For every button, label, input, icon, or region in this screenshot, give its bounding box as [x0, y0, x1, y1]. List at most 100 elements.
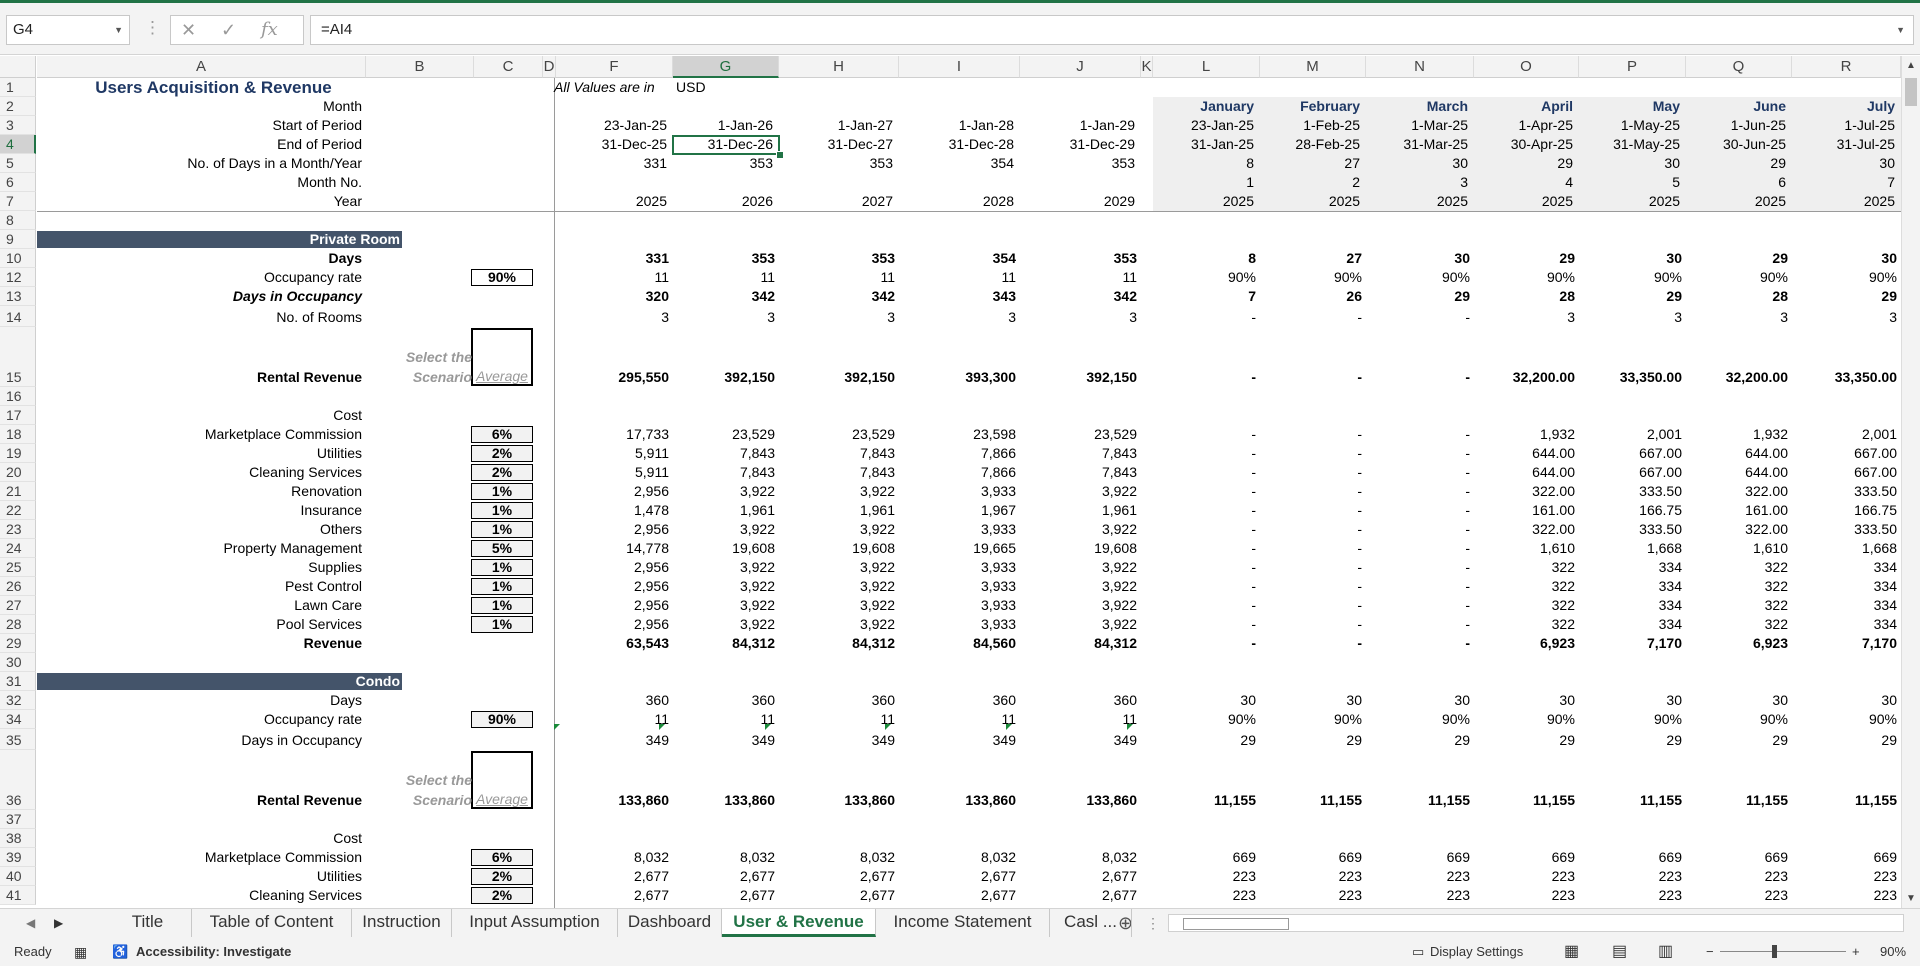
- column-header-p[interactable]: P: [1579, 56, 1686, 78]
- column-header-c[interactable]: C: [474, 56, 543, 78]
- row-header-27[interactable]: 27: [0, 596, 36, 615]
- accessibility-status[interactable]: Accessibility: Investigate: [136, 938, 291, 966]
- tab-table-of-content[interactable]: Table of Content: [192, 909, 352, 937]
- scroll-thumb[interactable]: [1905, 78, 1917, 106]
- more-options-icon[interactable]: ⋮: [144, 17, 161, 39]
- row-header-12[interactable]: 12: [0, 268, 36, 287]
- row-header-19[interactable]: 19: [0, 444, 36, 463]
- input-percent[interactable]: 1%: [471, 578, 533, 595]
- input-percent[interactable]: 2%: [471, 445, 533, 462]
- row-header-25[interactable]: 25: [0, 558, 36, 577]
- input-percent[interactable]: 90%: [471, 711, 533, 728]
- enter-icon[interactable]: ✓: [221, 19, 236, 41]
- display-settings[interactable]: Display Settings: [1430, 938, 1523, 966]
- row-header-41[interactable]: 41: [0, 886, 36, 905]
- vertical-scrollbar[interactable]: ▲ ▼: [1901, 56, 1920, 908]
- row-header-7[interactable]: 7: [0, 192, 36, 211]
- tab-title[interactable]: Title: [104, 909, 192, 937]
- scroll-up-icon[interactable]: ▲: [1906, 60, 1916, 71]
- normal-view-icon[interactable]: ▦: [1564, 938, 1579, 966]
- row-header-36[interactable]: 36: [0, 750, 36, 810]
- input-percent[interactable]: 6%: [471, 849, 533, 866]
- row-header-38[interactable]: 38: [0, 829, 36, 848]
- input-percent[interactable]: 2%: [471, 464, 533, 481]
- input-percent[interactable]: 1%: [471, 597, 533, 614]
- insert-function-icon[interactable]: fx: [261, 19, 278, 41]
- row-header-32[interactable]: 32: [0, 691, 36, 710]
- column-header-d[interactable]: D: [543, 56, 556, 78]
- row-header-26[interactable]: 26: [0, 577, 36, 596]
- row-header-9[interactable]: 9: [0, 230, 36, 249]
- display-settings-icon[interactable]: ▭: [1412, 938, 1424, 966]
- scroll-down-icon[interactable]: ▼: [1906, 893, 1916, 904]
- row-header-1[interactable]: 1: [0, 78, 36, 97]
- row-header-17[interactable]: 17: [0, 406, 36, 425]
- input-percent[interactable]: 6%: [471, 426, 533, 443]
- input-percent[interactable]: 1%: [471, 483, 533, 500]
- zoom-in-icon[interactable]: +: [1852, 938, 1860, 966]
- row-header-35[interactable]: 35: [0, 729, 36, 750]
- cancel-icon[interactable]: ✕: [181, 19, 196, 41]
- fill-handle[interactable]: [776, 151, 784, 159]
- tab-user-revenue[interactable]: User & Revenue: [722, 909, 876, 937]
- tab-income-statement[interactable]: Income Statement: [876, 909, 1050, 937]
- column-header-f[interactable]: F: [556, 56, 673, 78]
- more-options-icon[interactable]: ⋮: [1146, 909, 1160, 937]
- formula-input[interactable]: =AI4 ▼: [310, 15, 1914, 45]
- row-header-34[interactable]: 34: [0, 710, 36, 729]
- column-header-a[interactable]: A: [37, 56, 366, 78]
- chevron-down-icon[interactable]: ▼: [1896, 16, 1905, 44]
- row-header-15[interactable]: 15: [0, 327, 36, 387]
- row-header-5[interactable]: 5: [0, 154, 36, 173]
- column-header-g[interactable]: G: [673, 56, 779, 78]
- horizontal-scrollbar[interactable]: [1168, 914, 1904, 932]
- tab-instruction[interactable]: Instruction: [352, 909, 452, 937]
- zoom-out-icon[interactable]: −: [1706, 938, 1714, 966]
- selected-cell[interactable]: [672, 135, 780, 155]
- row-header-24[interactable]: 24: [0, 539, 36, 558]
- row-header-40[interactable]: 40: [0, 867, 36, 886]
- row-header-30[interactable]: 30: [0, 653, 36, 672]
- row-header-16[interactable]: 16: [0, 387, 36, 406]
- input-percent[interactable]: 1%: [471, 559, 533, 576]
- input-percent[interactable]: 2%: [471, 887, 533, 904]
- row-header-2[interactable]: 2: [0, 97, 36, 116]
- row-header-14[interactable]: 14: [0, 306, 36, 327]
- row-header-18[interactable]: 18: [0, 425, 36, 444]
- select-all-corner[interactable]: [0, 56, 36, 78]
- column-header-b[interactable]: B: [366, 56, 474, 78]
- row-header-10[interactable]: 10: [0, 249, 36, 268]
- row-header-31[interactable]: 31: [0, 672, 36, 691]
- tab-dashboard[interactable]: Dashboard: [618, 909, 722, 937]
- column-header-l[interactable]: L: [1153, 56, 1260, 78]
- row-header-37[interactable]: 37: [0, 810, 36, 829]
- row-header-3[interactable]: 3: [0, 116, 36, 135]
- column-header-i[interactable]: I: [899, 56, 1020, 78]
- row-header-20[interactable]: 20: [0, 463, 36, 482]
- page-break-icon[interactable]: ▥: [1658, 938, 1673, 966]
- input-percent[interactable]: 5%: [471, 540, 533, 557]
- row-header-22[interactable]: 22: [0, 501, 36, 520]
- name-box[interactable]: G4 ▼: [6, 15, 130, 45]
- column-header-o[interactable]: O: [1474, 56, 1579, 78]
- spreadsheet-grid[interactable]: A B C D F G H I J K L M N O P Q R 1 2 3 4 5 6 7 8 9 10 12 13 14 15 16 17…: [0, 56, 1920, 908]
- zoom-slider[interactable]: [1720, 951, 1846, 952]
- macro-record-icon[interactable]: ▦: [74, 938, 87, 966]
- row-header-13[interactable]: 13: [0, 287, 36, 306]
- row-header-8[interactable]: 8: [0, 211, 36, 230]
- column-header-m[interactable]: M: [1260, 56, 1366, 78]
- column-header-j[interactable]: J: [1020, 56, 1141, 78]
- scenario-value[interactable]: Average: [471, 791, 533, 808]
- row-header-39[interactable]: 39: [0, 848, 36, 867]
- row-header-4[interactable]: 4: [0, 135, 36, 154]
- input-percent[interactable]: 2%: [471, 868, 533, 885]
- column-header-n[interactable]: N: [1366, 56, 1474, 78]
- input-percent[interactable]: 90%: [471, 269, 533, 286]
- accessibility-icon[interactable]: ♿: [112, 938, 128, 966]
- tab-scroll-left-icon[interactable]: ◀: [26, 909, 35, 937]
- scroll-thumb[interactable]: [1183, 918, 1289, 930]
- page-layout-icon[interactable]: ▤: [1612, 938, 1627, 966]
- row-header-21[interactable]: 21: [0, 482, 36, 501]
- row-header-23[interactable]: 23: [0, 520, 36, 539]
- chevron-down-icon[interactable]: ▼: [114, 16, 123, 44]
